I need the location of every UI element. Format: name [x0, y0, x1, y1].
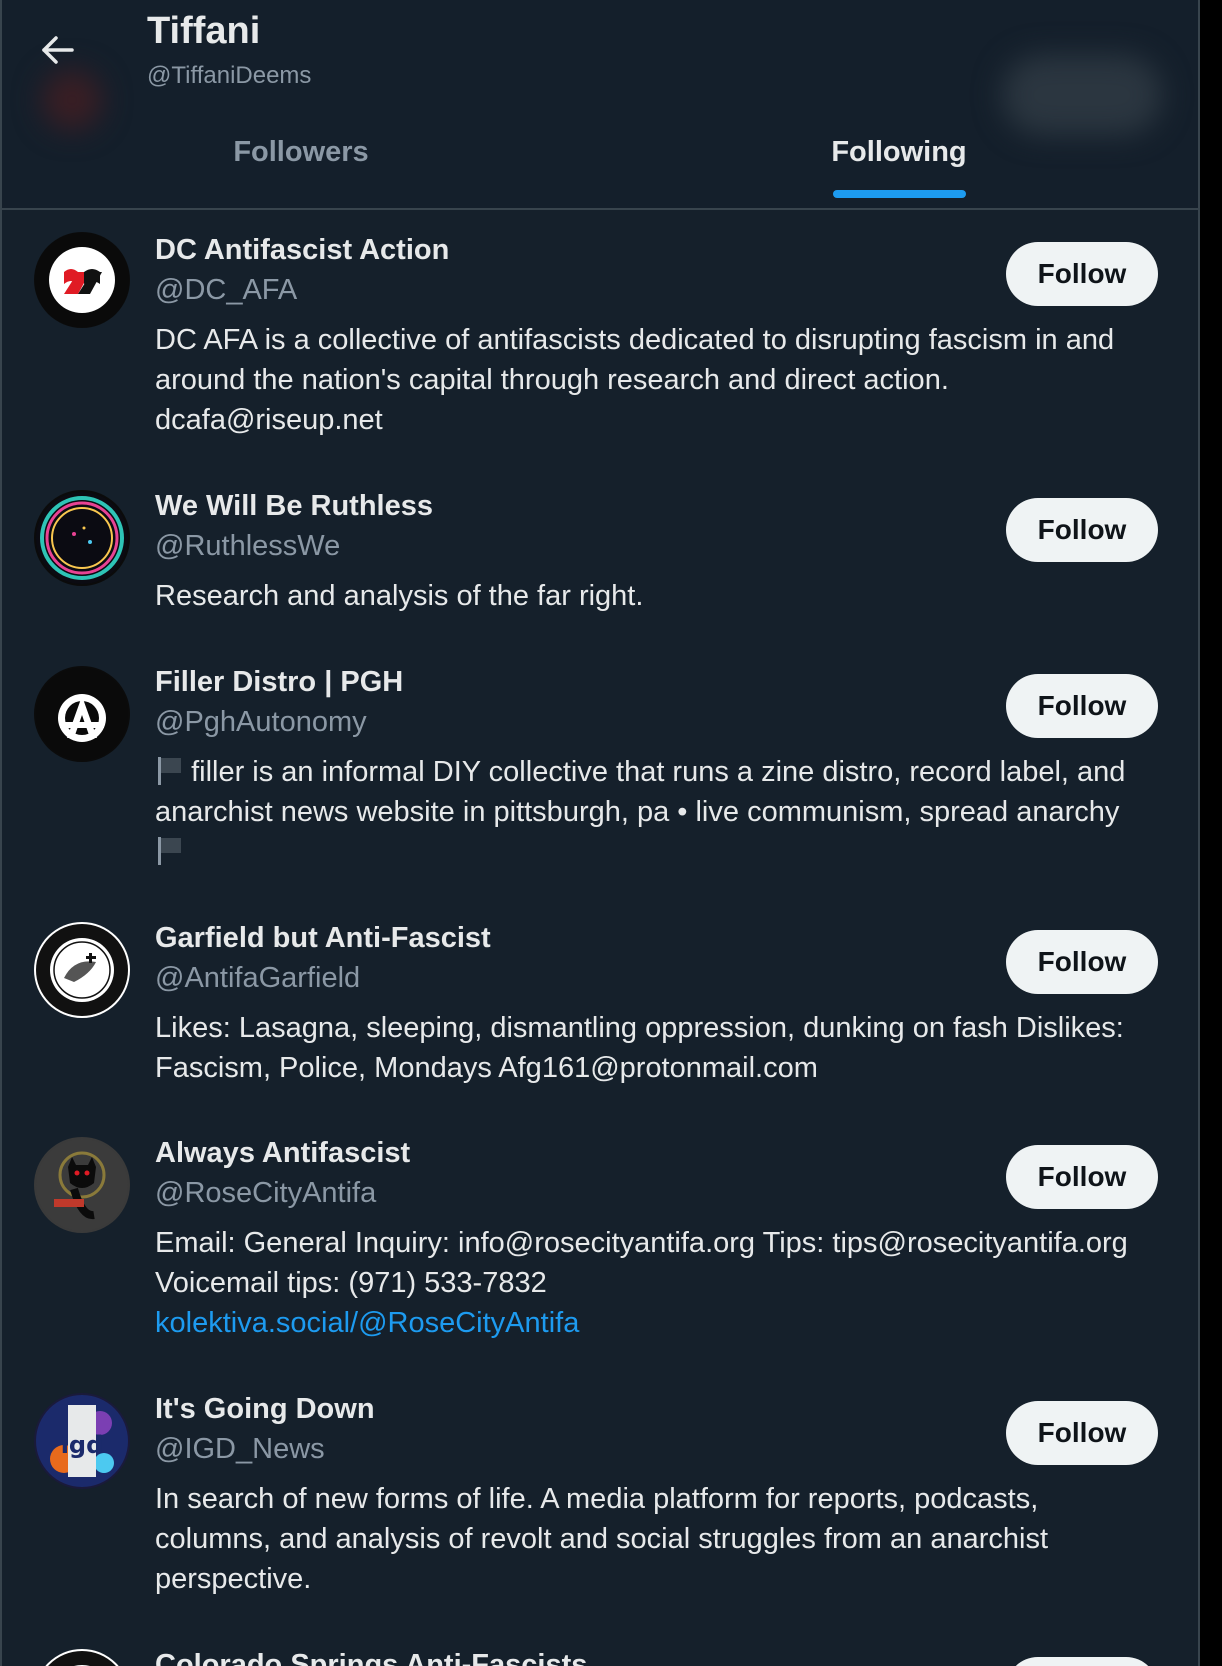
list-item[interactable]: Filler Distro | PGH @PghAutonomy Follow …: [2, 644, 1198, 900]
profile-follows-panel: DC Antifascist Action @DC_AFA Follow DC …: [0, 0, 1200, 1666]
user-bio-text: filler is an informal DIY collective tha…: [155, 756, 1126, 828]
follow-button[interactable]: Follow: [1006, 674, 1158, 738]
avatar[interactable]: [34, 922, 130, 1018]
black-flag-icon: [155, 755, 183, 785]
user-handle[interactable]: @AntifaGarfield: [155, 962, 360, 995]
list-item[interactable]: Always Antifascist @RoseCityAntifa Follo…: [2, 1115, 1198, 1371]
tab-followers[interactable]: Followers: [2, 118, 600, 208]
igd-logo-icon: igd: [36, 1395, 128, 1487]
list-item[interactable]: We Will Be Ruthless @RuthlessWe Follow R…: [2, 468, 1198, 644]
good-night-white-pride-logo-icon: [36, 924, 128, 1016]
user-bio: filler is an informal DIY collective tha…: [155, 752, 1155, 872]
page-title: Tiffani: [147, 10, 261, 52]
list-item[interactable]: igd It's Going Down @IGD_News Follow In …: [2, 1371, 1198, 1627]
tab-label: Following: [831, 136, 967, 168]
follow-button[interactable]: Follow: [1006, 1401, 1158, 1465]
active-tab-indicator: [833, 190, 966, 198]
user-handle[interactable]: @IGD_News: [155, 1433, 325, 1466]
avatar[interactable]: [34, 1649, 130, 1666]
list-item[interactable]: Colorado Springs Anti-Fascists Follow: [2, 1627, 1198, 1666]
user-name[interactable]: Always Antifascist: [155, 1137, 410, 1170]
black-cat-logo-icon: [36, 1139, 128, 1231]
user-handle[interactable]: @RuthlessWe: [155, 530, 340, 563]
svg-text:igd: igd: [61, 1431, 104, 1459]
bio-link[interactable]: kolektiva.social/@RoseCityAntifa: [155, 1307, 579, 1339]
user-handle[interactable]: @PghAutonomy: [155, 706, 367, 739]
user-bio: DC AFA is a collective of antifascists d…: [155, 324, 1115, 436]
tab-label: Followers: [233, 136, 369, 168]
back-arrow-icon: [42, 36, 74, 64]
user-name[interactable]: Filler Distro | PGH: [155, 666, 403, 699]
avatar[interactable]: igd: [34, 1393, 130, 1489]
follow-button[interactable]: Follow: [1006, 498, 1158, 562]
page-header: Tiffani @TiffaniDeems Followers Followin…: [2, 0, 1198, 210]
list-item[interactable]: DC Antifascist Action @DC_AFA Follow DC …: [2, 212, 1198, 462]
avatar[interactable]: [34, 490, 130, 586]
user-handle[interactable]: @RoseCityAntifa: [155, 1177, 376, 1210]
follow-button[interactable]: Follow: [1006, 1145, 1158, 1209]
avatar[interactable]: [34, 666, 130, 762]
user-handle[interactable]: @DC_AFA: [155, 274, 297, 307]
follow-button[interactable]: Follow: [1006, 1657, 1158, 1666]
user-bio: In search of new forms of life. A media …: [155, 1483, 1048, 1595]
tab-following[interactable]: Following: [600, 118, 1198, 208]
profile-handle: @TiffaniDeems: [147, 62, 312, 89]
user-name[interactable]: We Will Be Ruthless: [155, 490, 433, 523]
user-name[interactable]: Garfield but Anti-Fascist: [155, 922, 491, 955]
avatar[interactable]: [34, 1137, 130, 1233]
avatar[interactable]: [34, 232, 130, 328]
anarchy-a-logo-icon: [36, 668, 128, 760]
user-name[interactable]: It's Going Down: [155, 1393, 375, 1426]
user-name[interactable]: DC Antifascist Action: [155, 234, 449, 267]
back-button[interactable]: [34, 28, 82, 72]
list-item[interactable]: Garfield but Anti-Fascist @AntifaGarfiel…: [2, 900, 1198, 1115]
follow-button[interactable]: Follow: [1006, 242, 1158, 306]
antifa-flag-logo-icon: [35, 233, 129, 327]
user-bio: Research and analysis of the far right.: [155, 580, 644, 612]
user-bio: Email: General Inquiry: info@rosecityant…: [155, 1223, 1155, 1343]
black-flag-icon: [155, 835, 183, 865]
user-bio: Likes: Lasagna, sleeping, dismantling op…: [155, 1012, 1124, 1084]
follow-button[interactable]: Follow: [1006, 930, 1158, 994]
window-edge: [1200, 0, 1222, 1666]
user-name[interactable]: Colorado Springs Anti-Fascists: [155, 1649, 587, 1666]
ruthless-logo-icon: [36, 492, 128, 584]
user-bio-text: Email: General Inquiry: info@rosecityant…: [155, 1227, 1128, 1299]
anti-fascist-logo-icon: [48, 1651, 116, 1666]
